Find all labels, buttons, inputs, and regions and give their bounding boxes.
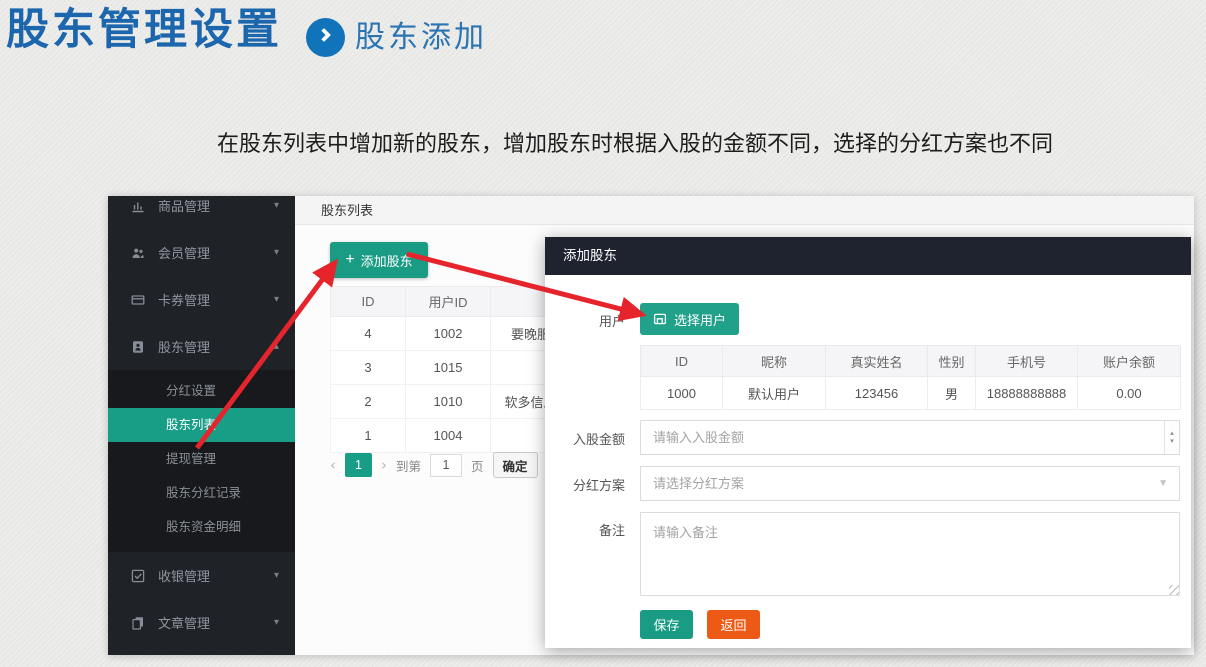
pager-goto-label: 到第 — [396, 456, 421, 475]
sidebar-item-cashier[interactable]: 收银管理 ▾ — [108, 552, 295, 599]
chart-bar-icon — [131, 199, 145, 213]
plan-select[interactable]: 请选择分红方案 ▼ — [640, 466, 1180, 501]
sidebar-item-cards[interactable]: 卡券管理 ▾ — [108, 276, 295, 323]
page-header: 股东管理设置 股东添加 — [6, 4, 487, 58]
pagination: ‹ 1 › 到第 页 确定 — [330, 452, 538, 478]
add-shareholder-modal: 添加股东 用户 选择用户 ID 昵称 真实姓名 性别 手机号 账户余额 1000 — [545, 237, 1191, 648]
stepper-up-icon[interactable]: ▴ — [1170, 430, 1174, 438]
sidebar-item-articles[interactable]: 文章管理 ▾ — [108, 599, 295, 646]
cell-userid: 1015 — [406, 351, 491, 385]
cell-userid: 1002 — [406, 317, 491, 351]
sidebar-item-funds-detail[interactable]: 股东资金明细 — [108, 510, 295, 544]
breadcrumb-arrow-icon — [306, 18, 345, 57]
cell-id: 1 — [331, 419, 406, 453]
checkbox-icon — [131, 569, 145, 583]
sidebar-item-label: 商品管理 — [158, 196, 274, 215]
chevron-down-icon: ▾ — [274, 294, 279, 305]
cell-id: 3 — [331, 351, 406, 385]
cell-userid: 1004 — [406, 419, 491, 453]
modal-title: 添加股东 — [545, 237, 1191, 275]
sidebar-item-dividend-records[interactable]: 股东分红记录 — [108, 476, 295, 510]
column-header-phone: 手机号 — [976, 346, 1078, 377]
sidebar-item-dividend-settings[interactable]: 分红设置 — [108, 374, 295, 408]
cell-gender: 男 — [928, 377, 976, 410]
select-user-button[interactable]: 选择用户 — [640, 303, 739, 335]
add-shareholder-button[interactable]: + 添加股东 — [330, 242, 428, 278]
pager-next-icon[interactable]: › — [381, 456, 387, 474]
cell-realname: 123456 — [826, 377, 928, 410]
sidebar-item-label: 卡券管理 — [158, 290, 274, 309]
sidebar-item-label: 收银管理 — [158, 566, 274, 585]
sidebar-item-members[interactable]: 会员管理 ▾ — [108, 229, 295, 276]
sidebar-item-label: 股东管理 — [158, 337, 274, 356]
sidebar-item-shareholders[interactable]: 股东管理 ▴ — [108, 323, 295, 370]
column-header-nickname: 昵称 — [723, 346, 826, 377]
column-header-gender: 性别 — [928, 346, 976, 377]
plan-label: 分红方案 — [555, 475, 625, 494]
number-stepper[interactable]: ▴ ▾ — [1164, 421, 1179, 454]
add-shareholder-label: 添加股东 — [361, 251, 413, 270]
panel-title: 股东列表 — [321, 203, 373, 218]
remark-textarea[interactable] — [640, 512, 1180, 596]
description-text: 在股东列表中增加新的股东，增加股东时根据入股的金额不同，选择的分红方案也不同 — [0, 126, 1206, 158]
select-user-icon — [653, 312, 667, 326]
address-book-icon — [131, 340, 145, 354]
pager-page-1[interactable]: 1 — [345, 453, 372, 477]
cell-userid: 1010 — [406, 385, 491, 419]
column-header-id: ID — [331, 287, 406, 317]
back-button[interactable]: 返回 — [707, 610, 760, 639]
table-row: 1000 默认用户 123456 男 18888888888 0.00 — [641, 377, 1181, 410]
pager-goto-input[interactable] — [430, 454, 462, 477]
column-header-id: ID — [641, 346, 723, 377]
user-label: 用户 — [555, 311, 625, 330]
sidebar-item-shareholder-list[interactable]: 股东列表 — [108, 408, 295, 442]
pager-unit-label: 页 — [471, 456, 484, 475]
chevron-down-icon: ▾ — [274, 200, 279, 211]
sidebar-item-withdrawal[interactable]: 提现管理 — [108, 442, 295, 476]
chevron-down-icon: ▼ — [1158, 467, 1168, 500]
amount-input[interactable] — [640, 420, 1180, 455]
cell-id: 1000 — [641, 377, 723, 410]
sidebar-item-goods[interactable]: 商品管理 ▾ — [108, 196, 295, 229]
sidebar-item-label: 会员管理 — [158, 243, 274, 262]
amount-label: 入股金额 — [555, 429, 625, 448]
chevron-down-icon: ▾ — [274, 570, 279, 581]
page-title: 股东管理设置 — [6, 4, 282, 56]
copy-icon — [131, 616, 145, 630]
save-button[interactable]: 保存 — [640, 610, 693, 639]
column-header-userid: 用户ID — [406, 287, 491, 317]
table-header-row: ID 昵称 真实姓名 性别 手机号 账户余额 — [641, 346, 1181, 377]
chevron-up-icon: ▴ — [274, 341, 279, 352]
page-subtitle: 股东添加 — [355, 18, 487, 58]
select-user-label: 选择用户 — [674, 310, 726, 329]
plus-icon: + — [345, 252, 354, 268]
cell-phone: 18888888888 — [976, 377, 1078, 410]
admin-screenshot: 商品管理 ▾ 会员管理 ▾ 卡券管理 ▾ 股东管理 ▴ 分红设置 股东列表 提现… — [108, 196, 1194, 655]
remark-label: 备注 — [555, 520, 625, 539]
cell-id: 2 — [331, 385, 406, 419]
sidebar: 商品管理 ▾ 会员管理 ▾ 卡券管理 ▾ 股东管理 ▴ 分红设置 股东列表 提现… — [108, 196, 295, 655]
stepper-down-icon[interactable]: ▾ — [1170, 438, 1174, 446]
pager-confirm-button[interactable]: 确定 — [493, 452, 538, 478]
pager-prev-icon[interactable]: ‹ — [330, 456, 336, 474]
column-header-balance: 账户余额 — [1078, 346, 1181, 377]
chevron-down-icon: ▾ — [274, 247, 279, 258]
panel-title-bar: 股东列表 — [295, 196, 1194, 225]
sidebar-item-label: 文章管理 — [158, 613, 274, 632]
selected-user-table: ID 昵称 真实姓名 性别 手机号 账户余额 1000 默认用户 123456 … — [640, 345, 1181, 410]
column-header-realname: 真实姓名 — [826, 346, 928, 377]
cell-balance: 0.00 — [1078, 377, 1181, 410]
chevron-down-icon: ▾ — [274, 617, 279, 628]
cell-nickname: 默认用户 — [723, 377, 826, 410]
plan-placeholder: 请选择分红方案 — [653, 476, 744, 491]
sidebar-submenu: 分红设置 股东列表 提现管理 股东分红记录 股东资金明细 — [108, 370, 295, 552]
users-icon — [131, 246, 145, 260]
card-icon — [131, 293, 145, 307]
cell-id: 4 — [331, 317, 406, 351]
